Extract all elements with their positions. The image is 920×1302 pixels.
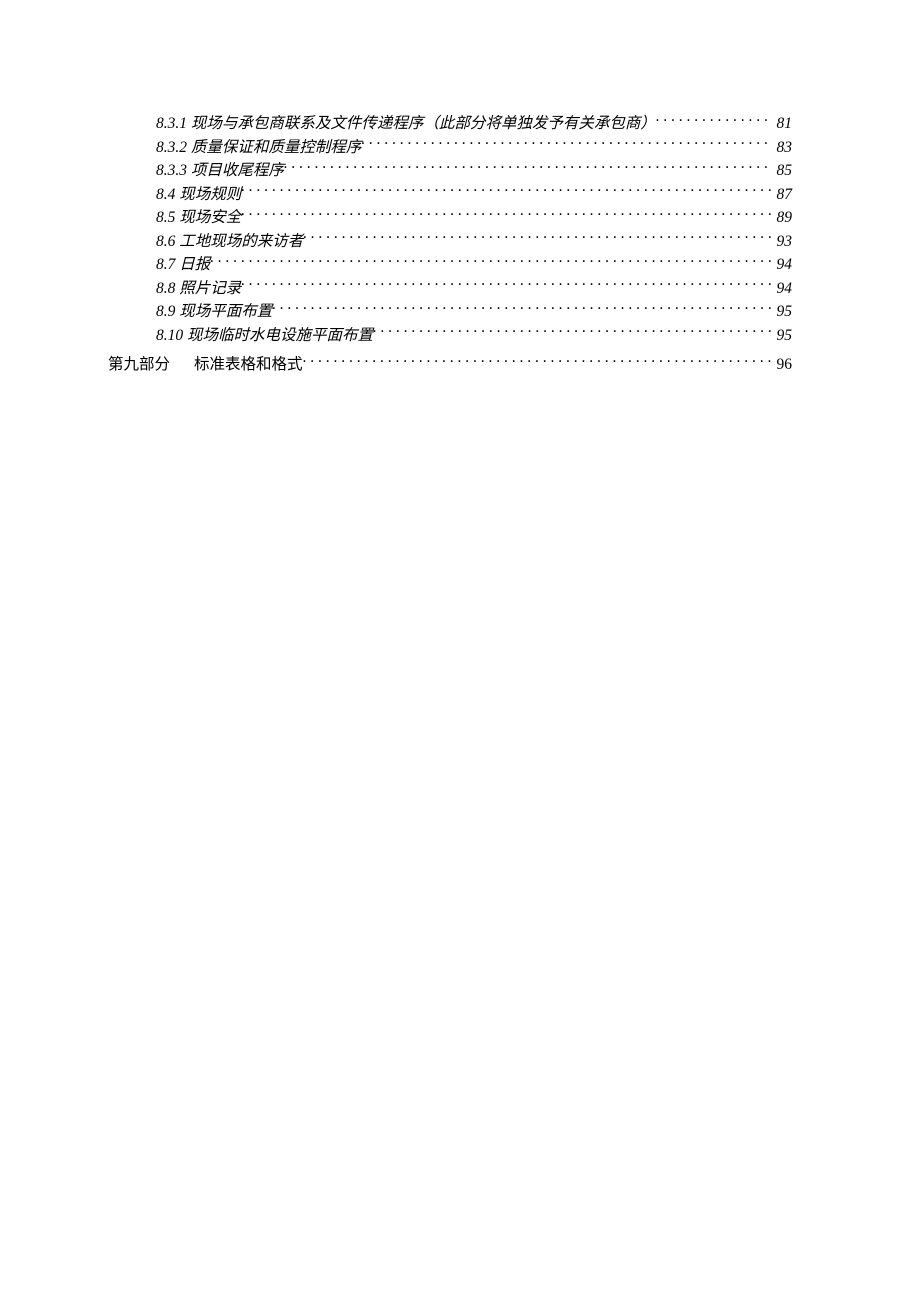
toc-entry-page: 95: [771, 300, 793, 324]
toc-entry-page: 96: [771, 353, 793, 377]
toc-entry-page: 94: [771, 277, 793, 301]
toc-section-entry: 第九部分 标准表格和格式 96: [0, 353, 920, 377]
toc-section-part: 第九部分: [108, 356, 170, 373]
toc-entry-label: 8.7 日报: [156, 253, 210, 277]
toc-leader: [303, 230, 770, 246]
toc-sub-entry: 8.3.3 项目收尾程序 85: [0, 159, 920, 183]
toc-entry-label: 8.3.2 质量保证和质量控制程序: [156, 136, 361, 160]
toc-entry-label: 8.4 现场规则: [156, 183, 241, 207]
toc-sub-entry: 8.3.2 质量保证和质量控制程序 83: [0, 136, 920, 160]
toc-sub-entry: 8.8 照片记录 94: [0, 277, 920, 301]
toc-leader: [656, 113, 771, 129]
toc-section-label: 第九部分 标准表格和格式: [108, 353, 303, 377]
toc-sub-entry: 8.5 现场安全 89: [0, 206, 920, 230]
toc-sub-entry: 8.4 现场规则 87: [0, 183, 920, 207]
toc-entry-page: 83: [771, 136, 793, 160]
toc-leader: [272, 301, 770, 317]
toc-leader: [373, 324, 770, 340]
toc-entry-page: 85: [771, 159, 793, 183]
toc-sub-entry: 8.9 现场平面布置 95: [0, 300, 920, 324]
toc-entry-label: 8.8 照片记录: [156, 277, 241, 301]
toc-sub-entry: 8.6 工地现场的来访者 93: [0, 230, 920, 254]
toc-entry-label: 8.6 工地现场的来访者: [156, 230, 303, 254]
toc-entry-label: 8.9 现场平面布置: [156, 300, 272, 324]
toc-entry-label: 8.3.1 现场与承包商联系及文件传递程序（此部分将单独发予有关承包商）: [156, 112, 656, 136]
toc-entry-page: 95: [771, 324, 793, 348]
toc-entry-page: 94: [771, 253, 793, 277]
toc-entry-label: 8.3.3 项目收尾程序: [156, 159, 284, 183]
toc-leader: [241, 207, 770, 223]
toc-leader: [361, 136, 770, 152]
toc-entry-page: 89: [771, 206, 793, 230]
toc-entry-page: 81: [771, 112, 793, 136]
toc-section-title: 标准表格和格式: [194, 356, 303, 373]
toc-entry-label: 8.10 现场临时水电设施平面布置: [156, 324, 373, 348]
toc-leader: [241, 277, 770, 293]
toc-entry-label: 8.5 现场安全: [156, 206, 241, 230]
toc-sub-entry: 8.7 日报 94: [0, 253, 920, 277]
toc-sub-entry: 8.10 现场临时水电设施平面布置 95: [0, 324, 920, 348]
toc-container: 8.3.1 现场与承包商联系及文件传递程序（此部分将单独发予有关承包商） 81 …: [0, 112, 920, 377]
toc-leader: [303, 354, 771, 370]
toc-entry-page: 87: [771, 183, 793, 207]
toc-sub-entry: 8.3.1 现场与承包商联系及文件传递程序（此部分将单独发予有关承包商） 81: [0, 112, 920, 136]
toc-leader: [210, 254, 770, 270]
toc-leader: [241, 183, 770, 199]
toc-leader: [284, 160, 771, 176]
toc-entry-page: 93: [771, 230, 793, 254]
